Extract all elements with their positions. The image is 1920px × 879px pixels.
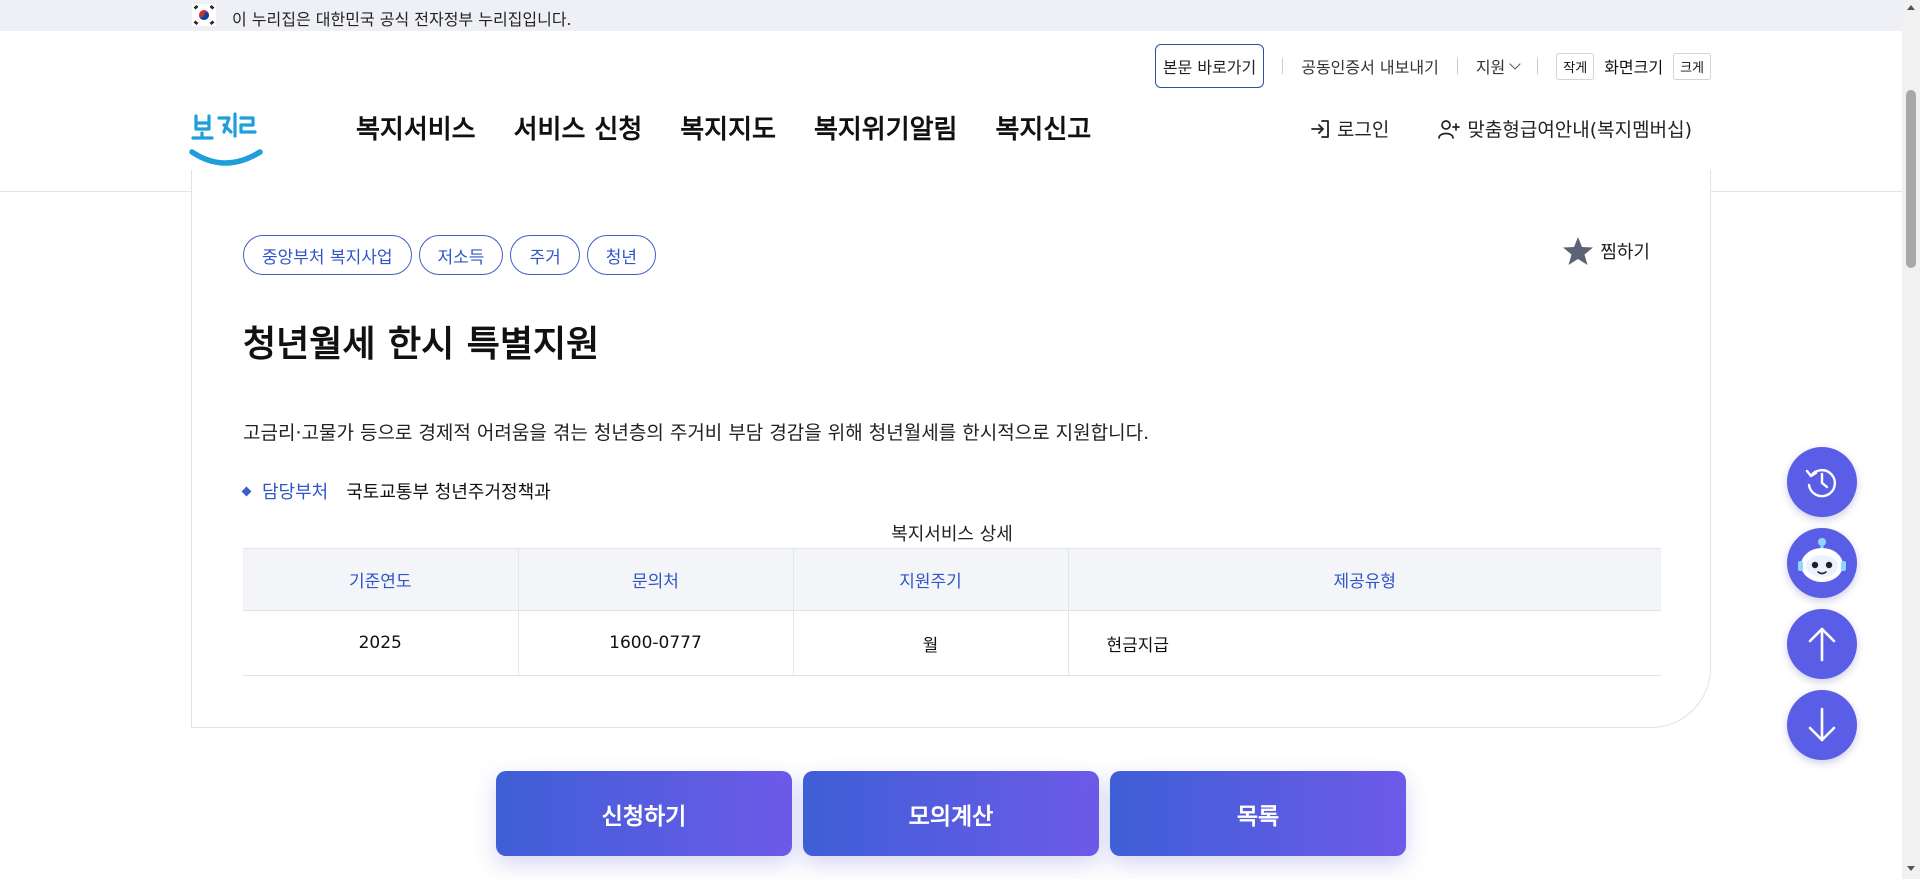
chatbot-robot-icon [1798, 538, 1846, 582]
header-contact: 문의처 [518, 548, 794, 611]
star-icon [1563, 237, 1594, 265]
tag-central-ministry[interactable]: 중앙부처 복지사업 [243, 235, 412, 275]
user-add-icon [1438, 119, 1461, 139]
action-buttons: 신청하기 모의계산 목록 [496, 771, 1406, 856]
service-detail-table: 기준연도 문의처 지원주기 제공유형 2025 1600-0777 월 현금지급 [243, 548, 1661, 676]
gov-banner: 이 누리집은 대한민국 공식 전자정부 누리집입니다. [0, 0, 1902, 31]
member-menu: 로그인 맞춤형급여안내(복지멤버십) [1309, 115, 1692, 142]
service-title: 청년월세 한시 특별지원 [243, 324, 600, 365]
cell-base-year: 2025 [243, 610, 519, 676]
chevron-down-icon [1509, 58, 1521, 70]
scrollbar-thumb[interactable] [1906, 90, 1916, 268]
cert-export-link[interactable]: 공동인증서 내보내기 [1301, 54, 1439, 78]
font-size-label: 화면크기 [1604, 58, 1664, 77]
simulate-button[interactable]: 모의계산 [803, 771, 1099, 856]
login-link[interactable]: 로그인 [1309, 115, 1389, 142]
table-row: 2025 1600-0777 월 현금지급 [243, 610, 1661, 676]
site-header: 본문 바로가기 공동인증서 내보내기 지원 작게 화면크기 크게 복지로 복지서… [0, 31, 1902, 192]
skip-to-content-link[interactable]: 본문 바로가기 [1154, 44, 1265, 88]
divider [1282, 58, 1284, 74]
page-scrollbar[interactable] [1902, 0, 1920, 879]
utility-bar: 본문 바로가기 공동인증서 내보내기 지원 작게 화면크기 크게 [1154, 44, 1711, 88]
recent-history-button[interactable] [1787, 447, 1857, 517]
floating-buttons [1787, 447, 1857, 760]
gov-banner-text: 이 누리집은 대한민국 공식 전자정부 누리집입니다. [232, 10, 572, 29]
cell-contact: 1600-0777 [518, 610, 794, 676]
history-icon [1805, 469, 1836, 498]
korea-flag-icon [192, 4, 216, 26]
support-label: 지원 [1475, 58, 1506, 77]
font-small-button[interactable]: 작게 [1556, 52, 1595, 80]
service-detail-card: 중앙부처 복지사업 저소득 주거 청년 찜하기 청년월세 한시 특별지원 고금리… [191, 170, 1711, 728]
nav-welfare-report[interactable]: 복지신고 [995, 109, 1091, 146]
favorite-button[interactable]: 찜하기 [1562, 236, 1650, 266]
apply-button[interactable]: 신청하기 [496, 771, 792, 856]
table-header-row: 기준연도 문의처 지원주기 제공유형 [243, 548, 1661, 611]
header-provision-type: 제공유형 [1068, 548, 1661, 611]
login-label: 로그인 [1336, 119, 1390, 141]
support-dropdown[interactable]: 지원 [1475, 54, 1521, 78]
department-label: 담당부처 [262, 482, 329, 503]
main-nav: 복지서비스 서비스 신청 복지지도 복지위기알림 복지신고 [356, 109, 1091, 146]
service-tags: 중앙부처 복지사업 저소득 주거 청년 [243, 235, 657, 275]
nav-service-apply[interactable]: 서비스 신청 [514, 109, 643, 146]
arrow-down-icon [1808, 707, 1836, 742]
custom-benefit-link[interactable]: 맞춤형급여안내(복지멤버십) [1437, 115, 1692, 142]
department-value: 국토교통부 청년주거정책과 [346, 482, 551, 503]
table-caption: 복지서비스 상세 [891, 524, 1013, 545]
font-large-button[interactable]: 크게 [1673, 52, 1711, 80]
favorite-label: 찜하기 [1600, 242, 1650, 263]
nav-crisis-alert[interactable]: 복지위기알림 [814, 109, 958, 146]
chatbot-button[interactable] [1787, 528, 1857, 598]
cell-support-cycle: 월 [793, 610, 1069, 676]
tag-low-income[interactable]: 저소득 [418, 235, 504, 275]
tag-housing[interactable]: 주거 [510, 235, 580, 275]
tag-youth[interactable]: 청년 [586, 235, 657, 275]
header-support-cycle: 지원주기 [793, 548, 1069, 611]
list-button[interactable]: 목록 [1110, 771, 1406, 856]
scroll-bottom-button[interactable] [1787, 690, 1857, 760]
custom-benefit-label: 맞춤형급여안내(복지멤버십) [1467, 119, 1692, 141]
scroll-down-arrow-icon[interactable] [1907, 866, 1915, 871]
login-icon [1311, 119, 1329, 138]
header-base-year: 기준연도 [243, 548, 519, 611]
divider [1456, 58, 1458, 74]
divider [1537, 58, 1539, 74]
service-description: 고금리·고물가 등으로 경제적 어려움을 겪는 청년층의 주거비 부담 경감을 … [243, 422, 1150, 444]
department-info: 담당부처 국토교통부 청년주거정책과 [241, 478, 551, 504]
cell-provision-type: 현금지급 [1068, 610, 1661, 676]
diamond-bullet-icon [241, 486, 252, 496]
nav-welfare-map[interactable]: 복지지도 [680, 109, 776, 146]
nav-welfare-service[interactable]: 복지서비스 [356, 109, 476, 146]
scroll-top-button[interactable] [1787, 609, 1857, 679]
arrow-up-icon [1808, 627, 1836, 662]
scroll-up-arrow-icon[interactable] [1907, 5, 1915, 10]
